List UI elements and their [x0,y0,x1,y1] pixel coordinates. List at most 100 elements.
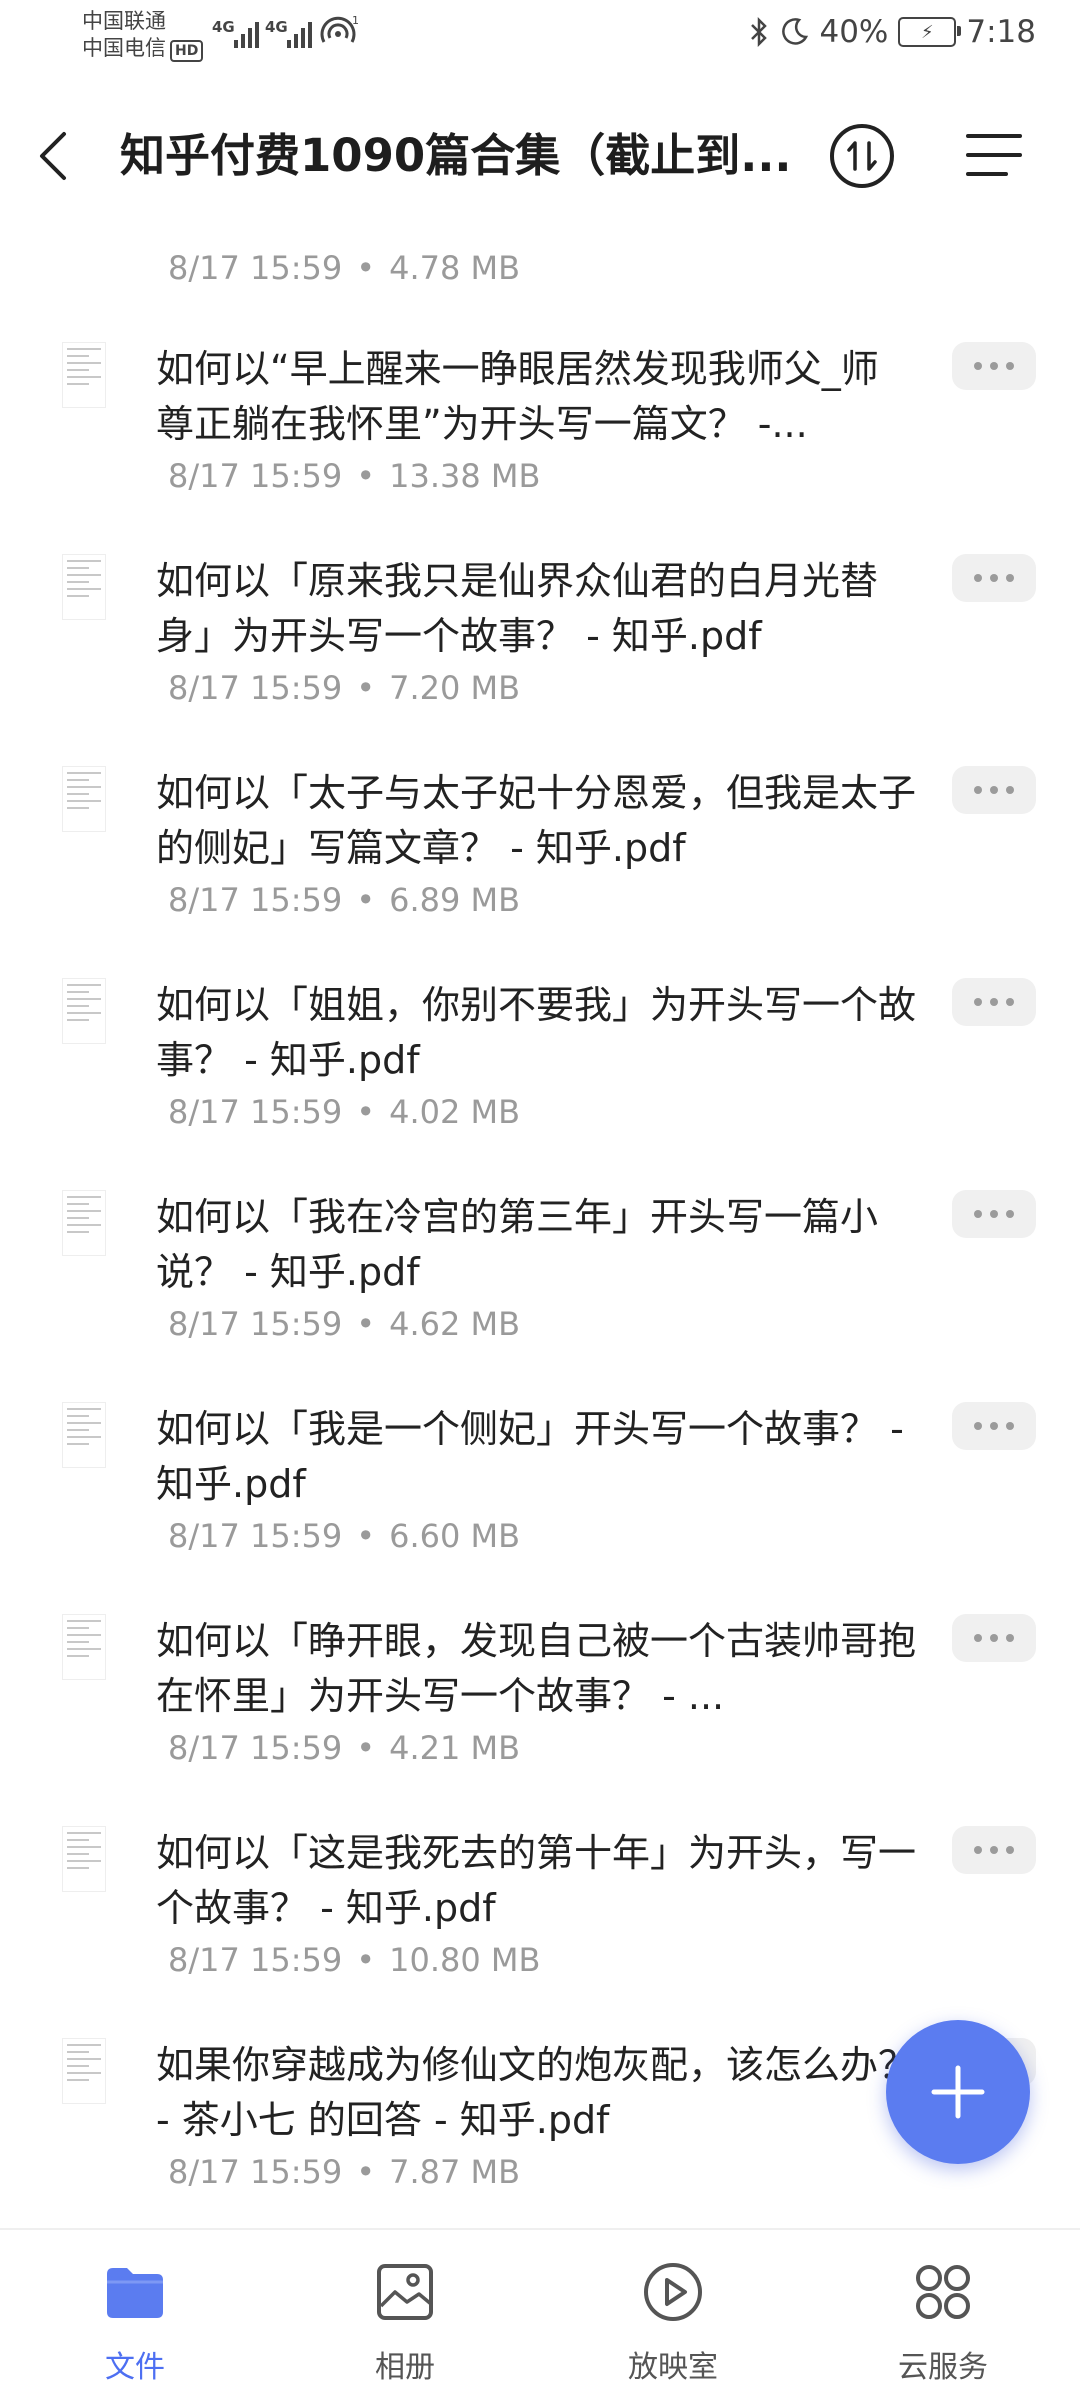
file-size: 10.80 MB [389,1941,541,1979]
more-options-button[interactable] [952,766,1036,814]
file-meta: 8/17 15:59 • 13.38 MB [168,457,541,495]
file-meta: 8/17 15:59 • 4.21 MB [168,1729,521,1767]
file-meta: 8/17 15:59 • 7.20 MB [168,669,521,707]
file-name: 如何以「睁开眼，发现自己被一个古装帅哥抱在怀里」为开头写一个故事？ - ... [156,1619,916,1718]
file-date: 8/17 15:59 [168,1517,343,1555]
list-item[interactable]: 如何以「原来我只是仙界众仙君的白月光替身」为开头写一个故事？ - 知乎.pdf … [0,554,1080,766]
signal-indicators: 4G 4G 1 [212,14,358,48]
plus-icon [931,2065,985,2119]
carrier-2: 中国电信 [82,36,166,60]
nav-theater-label: 放映室 [628,2350,718,2385]
signal-icon: 4G [212,18,259,48]
play-circle-icon [644,2263,702,2321]
signal-icon: 4G [265,18,312,48]
file-date: 8/17 15:59 [168,1093,343,1131]
file-meta: 8/17 15:59 • 10.80 MB [168,1941,541,1979]
list-item[interactable]: 如何以“早上醒来一睁眼居然发现我师父_师尊正躺在我怀里”为开头写一篇文？ -..… [0,342,1080,554]
file-meta: 8/17 15:59 • 6.60 MB [168,1517,521,1555]
file-name: 如何以「姐姐，你别不要我」为开头写一个故事？ - 知乎.pdf [156,983,916,1082]
nav-files-label: 文件 [105,2350,165,2385]
status-right: 40% ⚡ 7:18 [749,14,1036,50]
more-options-button[interactable] [952,1190,1036,1238]
nav-album[interactable]: 相册 [330,2260,480,2386]
pdf-thumbnail-icon [62,978,106,1044]
file-name: 如何以「太子与太子妃十分恩爱，但我是太子的侧妃」写篇文章？ - 知乎.pdf [156,771,916,870]
carrier-1: 中国联通 [82,9,166,33]
file-date: 8/17 15:59 [168,1941,343,1979]
file-date: 8/17 15:59 [168,457,343,495]
file-date: 8/17 15:59 [168,1305,343,1343]
file-name: 如何以「原来我只是仙界众仙君的白月光替身」为开头写一个故事？ - 知乎.pdf [156,559,879,658]
menu-lines-icon [966,134,1022,176]
chevron-left-icon [40,132,66,180]
list-item[interactable]: 如何以「睁开眼，发现自己被一个古装帅哥抱在怀里」为开头写一个故事？ - ... … [0,1614,1080,1826]
list-item[interactable]: 如何以「姐姐，你别不要我」为开头写一个故事？ - 知乎.pdf 8/17 15:… [0,978,1080,1190]
more-options-button[interactable] [952,1826,1036,1874]
file-date: 8/17 15:59 [168,249,343,287]
more-options-button[interactable] [952,342,1036,390]
list-item[interactable]: 如何以「太子与太子妃十分恩爱，但我是太子的侧妃」写篇文章？ - 知乎.pdf 8… [0,766,1080,978]
sort-button[interactable] [830,124,894,188]
file-name: 如何以“早上醒来一睁眼居然发现我师父_师尊正躺在我怀里”为开头写一篇文？ -..… [156,347,879,446]
back-button[interactable] [30,130,78,182]
add-button[interactable] [886,2020,1030,2164]
file-size: 4.02 MB [389,1093,521,1131]
bottom-navigation: 文件 相册 放映室 云服务 [0,2228,1080,2402]
pdf-thumbnail-icon [62,1614,106,1680]
file-size: 6.89 MB [389,881,521,919]
folder-icon [107,2268,163,2318]
do-not-disturb-moon-icon [782,18,809,45]
file-size: 7.20 MB [389,669,521,707]
file-date: 8/17 15:59 [168,1729,343,1767]
pdf-thumbnail-icon [62,766,106,832]
nav-theater[interactable]: 放映室 [598,2260,748,2386]
file-meta: 8/17 15:59 • 4.02 MB [168,1093,521,1131]
nav-cloud-services-label: 云服务 [898,2350,988,2385]
pdf-thumbnail-icon [62,342,106,408]
more-options-button[interactable] [952,978,1036,1026]
network-type-2: 4G [265,18,288,36]
file-size: 4.62 MB [389,1305,521,1343]
file-size: 6.60 MB [389,1517,521,1555]
pdf-thumbnail-icon [62,554,106,620]
nav-files[interactable]: 文件 [60,2260,210,2386]
list-item[interactable]: 如何以「我在冷宫的第三年」开头写一篇小说？ - 知乎.pdf 8/17 15:5… [0,1190,1080,1402]
pdf-thumbnail-icon [62,1826,106,1892]
list-item[interactable]: 如何以「这是我死去的第十年」为开头，写一个故事？ - 知乎.pdf 8/17 1… [0,1826,1080,2038]
list-item[interactable]: 如何以「我是一个侧妃」开头写一个故事？ - 知乎.pdf 8/17 15:59 •… [0,1402,1080,1614]
nav-cloud-services[interactable]: 云服务 [868,2260,1018,2386]
menu-button[interactable] [964,130,1024,180]
carrier-2-row: 中国电信 HD [82,35,204,62]
partial-item-meta: 8/17 15:59 • 4.78 MB [168,249,521,287]
file-size: 7.87 MB [389,2153,521,2191]
pdf-thumbnail-icon [62,2038,106,2104]
carrier-info: 中国联通 中国电信 HD [82,8,204,62]
more-options-button[interactable] [952,1614,1036,1662]
file-meta: 8/17 15:59 • 7.87 MB [168,2153,521,2191]
file-name: 如何以「这是我死去的第十年」为开头，写一个故事？ - 知乎.pdf [156,1831,916,1930]
top-app-bar: 知乎付费1090篇合集（截止到... [0,110,1080,202]
more-options-button[interactable] [952,1402,1036,1450]
clock: 7:18 [966,14,1036,50]
image-album-icon [377,2264,433,2320]
file-size: 13.38 MB [389,457,541,495]
file-name: 如何以「我在冷宫的第三年」开头写一篇小说？ - 知乎.pdf [156,1195,879,1294]
file-name: 如果你穿越成为修仙文的炮灰配，该怎么办？ - 茶小七 的回答 - 知乎.pdf [156,2043,916,2142]
file-size: 4.78 MB [389,249,521,287]
file-name: 如何以「我是一个侧妃」开头写一个故事？ - 知乎.pdf [156,1407,904,1506]
battery-percent: 40% [819,14,889,50]
hd-badge: HD [170,40,204,62]
hotspot-icon: 1 [320,14,358,43]
file-date: 8/17 15:59 [168,881,343,919]
sort-arrows-icon [847,141,877,171]
pdf-thumbnail-icon [62,1402,106,1468]
bluetooth-icon [751,16,768,48]
svg-text:1: 1 [352,14,358,27]
file-size: 4.21 MB [389,1729,521,1767]
more-options-button[interactable] [952,554,1036,602]
nav-album-label: 相册 [375,2350,435,2385]
file-date: 8/17 15:59 [168,669,343,707]
grid-circles-icon [916,2265,970,2319]
file-meta: 8/17 15:59 • 6.89 MB [168,881,521,919]
network-type-1: 4G [212,18,235,36]
